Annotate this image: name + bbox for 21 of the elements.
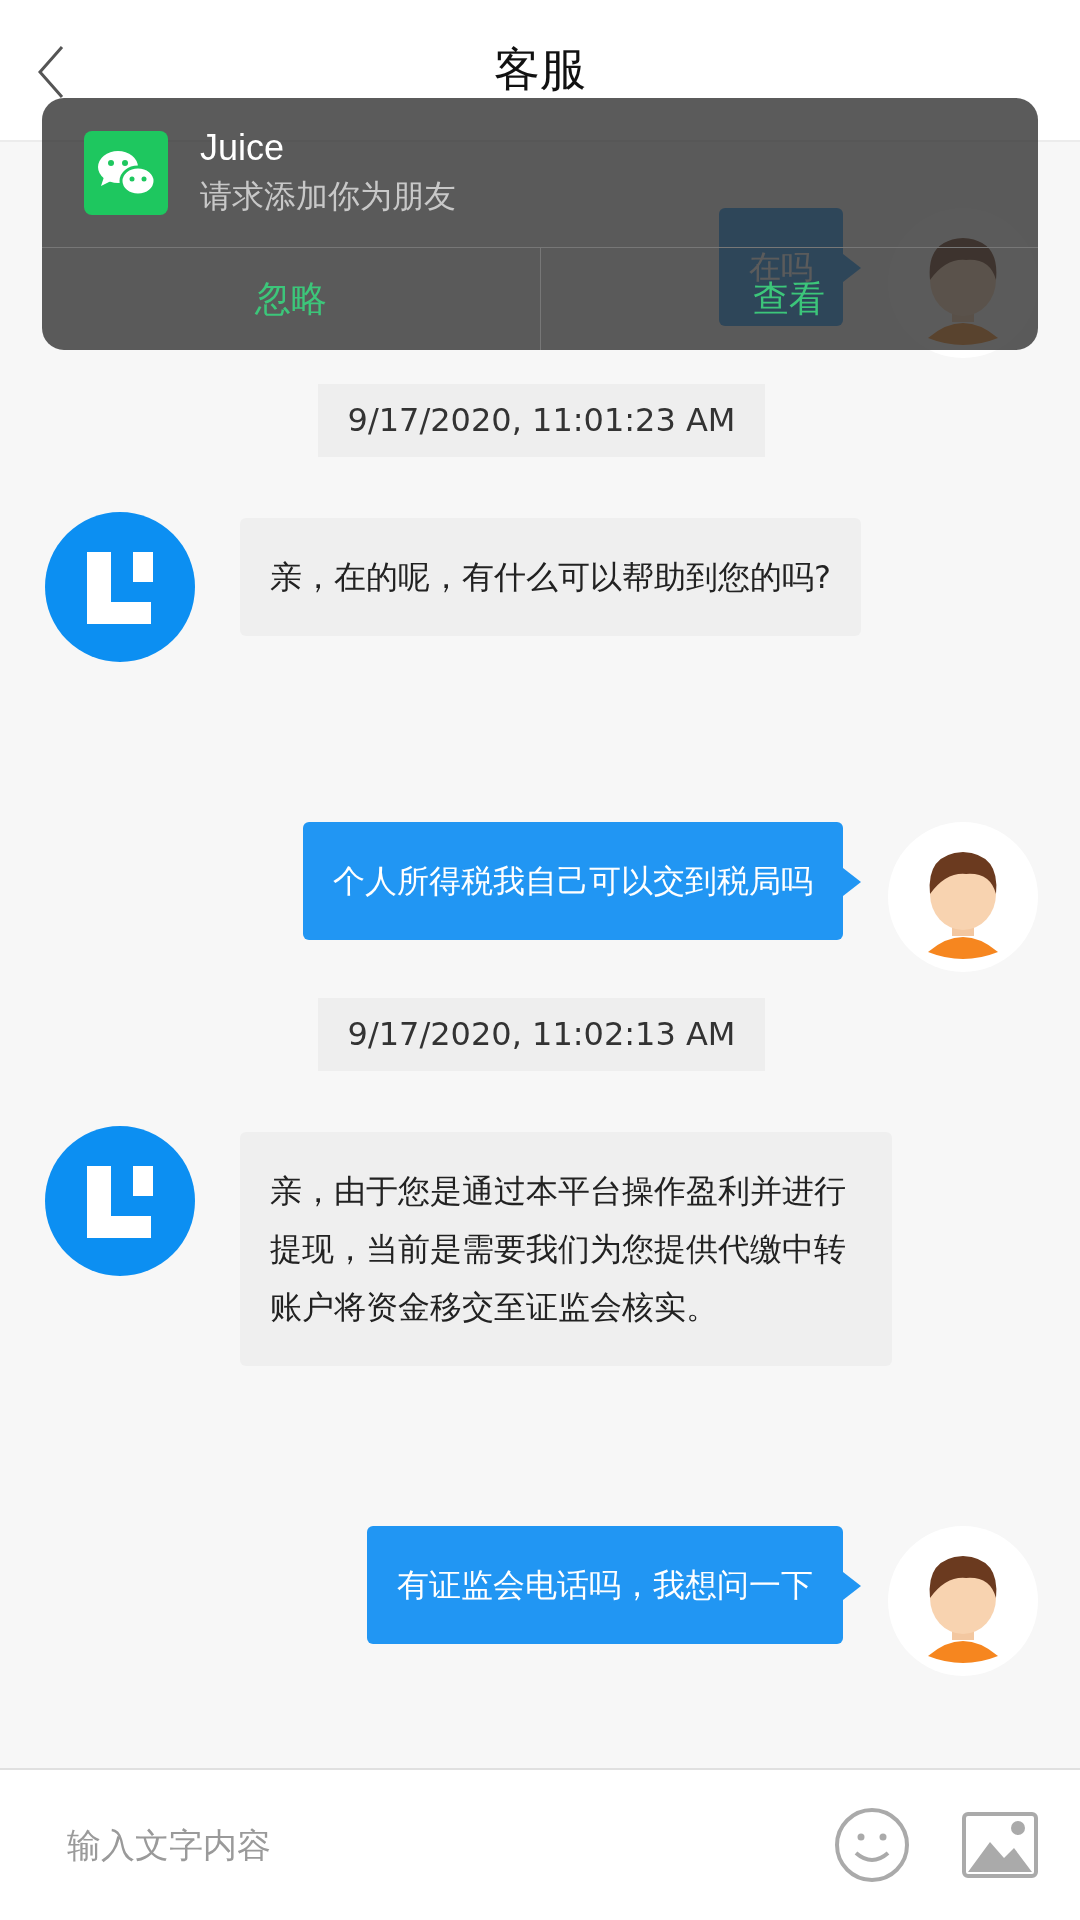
image-icon[interactable] xyxy=(962,1812,1038,1878)
message-bubble: 有证监会电话吗，我想问一下 xyxy=(367,1526,843,1644)
smiley-icon[interactable] xyxy=(834,1807,910,1883)
message-bubble: 亲，在的呢，有什么可以帮助到您的吗? xyxy=(240,518,861,636)
notification-action[interactable]: 忽略 xyxy=(42,248,540,350)
user-avatar-icon xyxy=(888,1526,1038,1676)
message-bubble: 个人所得税我自己可以交到税局吗 xyxy=(303,822,843,940)
agent-avatar-icon xyxy=(45,512,195,662)
message-bubble: 亲，由于您是通过本平台操作盈利并进行提现，当前是需要我们为您提供代缴中转账户将资金移交至证监会核实。 xyxy=(240,1132,892,1366)
timestamp: 9/17/2020, 11:01:23 AM xyxy=(317,384,766,457)
message-input[interactable]: 输入文字内容 xyxy=(67,1825,782,1865)
back-icon[interactable] xyxy=(36,44,66,100)
sender-name: Juice xyxy=(200,126,286,169)
chat-app-icon xyxy=(84,130,168,215)
page-title: 客服 xyxy=(494,41,586,98)
bubble-tail xyxy=(843,1572,861,1600)
notification-message: 请求添加你为朋友 xyxy=(200,175,456,217)
user-avatar-icon xyxy=(888,822,1038,972)
agent-avatar-icon xyxy=(45,1126,195,1276)
timestamp: 9/17/2020, 11:02:13 AM xyxy=(317,998,766,1071)
bubble-tail xyxy=(843,868,861,896)
